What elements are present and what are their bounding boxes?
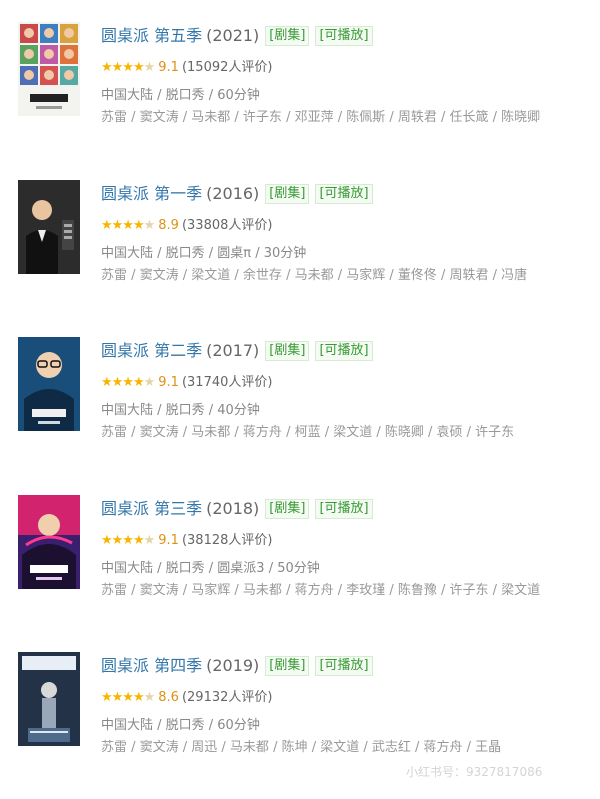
rating-count: (15092人评价)	[181, 60, 273, 75]
title-row: 圆桌派 第五季 (2021) [剧集] [可播放]	[101, 24, 373, 48]
title-row: 圆桌派 第一季 (2016) [剧集] [可播放]	[101, 182, 373, 206]
result-item: 圆桌派 第二季 (2017) [剧集] [可播放] ★★★★★ 9.1 (31740人评价…	[0, 337, 600, 457]
poster-image[interactable]	[18, 337, 80, 431]
series-tag[interactable]: [剧集]	[265, 656, 310, 676]
rating-count: (31740人评价)	[181, 375, 273, 390]
rating-count: (33808人评价)	[181, 218, 273, 233]
playable-tag[interactable]: [可播放]	[315, 499, 373, 519]
cast-list: 苏雷 / 窦文涛 / 马家辉 / 马未都 / 蒋方舟 / 李玫瑾 / 陈鲁豫 /…	[101, 583, 541, 598]
rating-score: 8.9	[158, 218, 179, 233]
playable-tag[interactable]: [可播放]	[315, 26, 373, 46]
poster-image[interactable]	[18, 22, 80, 116]
cast-list: 苏雷 / 窦文涛 / 梁文道 / 余世存 / 马未都 / 马家辉 / 董佟佟 /…	[101, 268, 528, 283]
meta-info: 中国大陆 / 脱口秀 / 60分钟	[101, 718, 260, 733]
result-item: 圆桌派 第五季 (2021) [剧集] [可播放] ★★★★★ 9.1 (15092人评价…	[0, 22, 600, 142]
year: (2021)	[206, 26, 260, 45]
series-tag[interactable]: [剧集]	[265, 499, 310, 519]
poster-image[interactable]	[18, 180, 80, 274]
rating-count: (29132人评价)	[181, 690, 273, 705]
series-tag[interactable]: [剧集]	[265, 184, 310, 204]
meta-info: 中国大陆 / 脱口秀 / 圆桌派3 / 50分钟	[101, 561, 320, 576]
year: (2018)	[206, 499, 260, 518]
playable-tag[interactable]: [可播放]	[315, 341, 373, 361]
year: (2017)	[206, 341, 260, 360]
cast-list: 苏雷 / 窦文涛 / 马未都 / 许子东 / 邓亚萍 / 陈佩斯 / 周轶君 /…	[101, 110, 541, 125]
title-row: 圆桌派 第三季 (2018) [剧集] [可播放]	[101, 497, 373, 521]
title-link[interactable]: 圆桌派 第二季	[101, 341, 202, 360]
cast-list: 苏雷 / 窦文涛 / 马未都 / 蒋方舟 / 柯蓝 / 梁文道 / 陈晓卿 / …	[101, 425, 515, 440]
playable-tag[interactable]: [可播放]	[315, 184, 373, 204]
star-rating-icon: ★★★★★	[101, 375, 155, 390]
rating-score: 9.1	[158, 60, 179, 75]
rating-score: 9.1	[158, 533, 179, 548]
result-item: 圆桌派 第三季 (2018) [剧集] [可播放] ★★★★★ 9.1 (38128人评价…	[0, 495, 600, 615]
series-tag[interactable]: [剧集]	[265, 341, 310, 361]
year: (2016)	[206, 184, 260, 203]
meta-info: 中国大陆 / 脱口秀 / 圆桌π / 30分钟	[101, 246, 307, 261]
star-rating-icon: ★★★★★	[101, 533, 155, 548]
series-tag[interactable]: [剧集]	[265, 26, 310, 46]
search-results-page: 圆桌派 第五季 (2021) [剧集] [可播放] ★★★★★ 9.1 (15092人评价…	[0, 0, 600, 799]
rating-row: ★★★★★ 8.6 (29132人评价)	[101, 688, 272, 708]
playable-tag[interactable]: [可播放]	[315, 656, 373, 676]
title-link[interactable]: 圆桌派 第五季	[101, 26, 202, 45]
title-link[interactable]: 圆桌派 第四季	[101, 656, 202, 675]
year: (2019)	[206, 656, 260, 675]
star-rating-icon: ★★★★★	[101, 60, 155, 75]
watermark-text: 小红书号：9327817086	[406, 765, 543, 779]
rating-score: 9.1	[158, 375, 179, 390]
cast-list: 苏雷 / 窦文涛 / 周迅 / 马未都 / 陈坤 / 梁文道 / 武志红 / 蒋…	[101, 740, 502, 755]
rating-count: (38128人评价)	[181, 533, 273, 548]
title-row: 圆桌派 第二季 (2017) [剧集] [可播放]	[101, 339, 373, 363]
rating-row: ★★★★★ 9.1 (15092人评价)	[101, 58, 272, 78]
rating-score: 8.6	[158, 690, 179, 705]
rating-row: ★★★★★ 8.9 (33808人评价)	[101, 216, 272, 236]
poster-image[interactable]	[18, 652, 80, 746]
result-item: 圆桌派 第四季 (2019) [剧集] [可播放] ★★★★★ 8.6 (29132人评价…	[0, 652, 600, 772]
result-item: 圆桌派 第一季 (2016) [剧集] [可播放] ★★★★★ 8.9 (33808人评价…	[0, 180, 600, 300]
rating-row: ★★★★★ 9.1 (31740人评价)	[101, 373, 272, 393]
star-rating-icon: ★★★★★	[101, 690, 155, 705]
star-rating-icon: ★★★★★	[101, 218, 155, 233]
title-link[interactable]: 圆桌派 第一季	[101, 184, 202, 203]
poster-image[interactable]	[18, 495, 80, 589]
title-link[interactable]: 圆桌派 第三季	[101, 499, 202, 518]
rating-row: ★★★★★ 9.1 (38128人评价)	[101, 531, 272, 551]
meta-info: 中国大陆 / 脱口秀 / 60分钟	[101, 88, 260, 103]
title-row: 圆桌派 第四季 (2019) [剧集] [可播放]	[101, 654, 373, 678]
meta-info: 中国大陆 / 脱口秀 / 40分钟	[101, 403, 260, 418]
